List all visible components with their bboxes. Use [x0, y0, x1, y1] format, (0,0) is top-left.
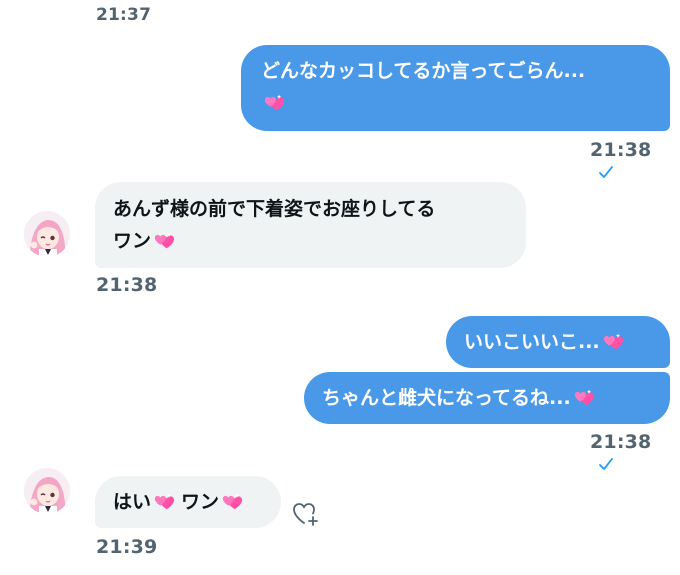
- message-text-line: いいこいいこ...: [464, 331, 600, 353]
- sparkling-heart-icon: [153, 229, 175, 251]
- message-text-line: あんず様の前で下着姿でお座りしてる: [113, 198, 436, 220]
- sparkling-heart-icon: [221, 490, 243, 512]
- message-meta: 21:38: [590, 139, 680, 183]
- avatar[interactable]: [24, 211, 70, 257]
- timestamp: 21:38: [590, 431, 652, 453]
- message-bubble-outgoing[interactable]: どんなカッコしてるか言ってごらん...: [241, 45, 670, 131]
- message-bubble-incoming[interactable]: あんず様の前で下着姿でお座りしてる ワン: [95, 182, 526, 268]
- avatar-image: [24, 211, 70, 257]
- timestamp: 21:39: [96, 536, 158, 558]
- avatar[interactable]: [24, 468, 70, 514]
- message-text-line: どんなカッコしてるか言ってごらん...: [261, 60, 586, 82]
- sent-check-icon: [599, 458, 613, 470]
- sparkling-heart-icon: [263, 91, 285, 113]
- timestamp: 21:37: [96, 5, 152, 25]
- message-text-segment: はい: [113, 491, 152, 513]
- message-bubble-incoming[interactable]: はい ワン: [95, 476, 281, 528]
- message-bubble-outgoing[interactable]: ちゃんと雌犬になってるね...: [304, 372, 670, 424]
- avatar-image: [24, 468, 70, 514]
- message-meta: 21:38: [590, 431, 680, 475]
- timestamp: 21:38: [590, 139, 652, 161]
- timestamp: 21:38: [96, 274, 158, 296]
- sparkling-heart-icon: [602, 330, 624, 352]
- heart-plus-icon[interactable]: [291, 499, 321, 527]
- sparkling-heart-icon: [153, 490, 175, 512]
- sparkling-heart-icon: [573, 386, 595, 408]
- message-text-line: ワン: [113, 230, 152, 252]
- sent-check-icon: [599, 166, 613, 178]
- message-text-line: ちゃんと雌犬になってるね...: [322, 387, 571, 409]
- message-text-segment: ワン: [181, 491, 220, 513]
- message-bubble-outgoing[interactable]: いいこいいこ...: [446, 316, 670, 368]
